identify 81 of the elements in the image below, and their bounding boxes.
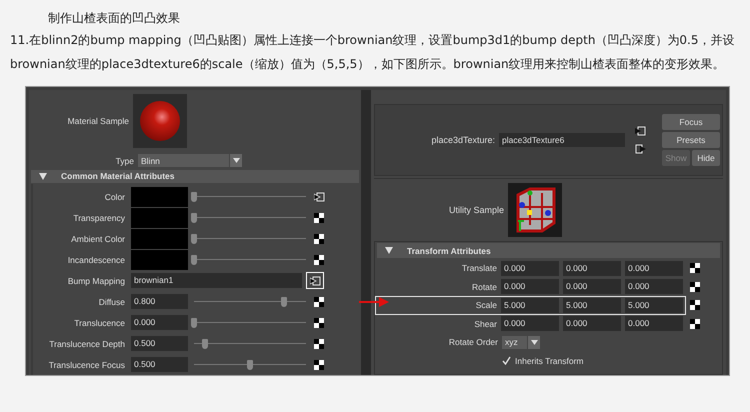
attribute-label: Incandescence (66, 254, 126, 264)
checker-map-icon[interactable] (690, 282, 700, 292)
attribute-label: Rotate Order (448, 337, 498, 348)
value-field[interactable]: 0.000 (131, 315, 188, 330)
color-swatch[interactable] (131, 250, 188, 270)
color-swatch[interactable] (131, 186, 188, 206)
caret-icon (232, 158, 240, 164)
slider[interactable] (194, 254, 306, 264)
checker-map-icon[interactable] (314, 234, 324, 244)
map-field[interactable]: brownian1 (131, 273, 302, 288)
panel-button[interactable]: Hide (692, 150, 720, 166)
caret-icon (530, 340, 538, 345)
type-label: Type (114, 156, 135, 166)
cube-preview (508, 183, 562, 237)
checkbox-label: Inherits Transform (515, 356, 584, 366)
slider[interactable] (194, 318, 306, 328)
node-label: place3dTexture: (430, 135, 496, 145)
attribute-label: Color (104, 192, 126, 202)
slider[interactable] (194, 234, 306, 244)
attribute-label: Diffuse (98, 296, 126, 306)
sample-label: Material Sample (66, 116, 130, 126)
slider-thumb[interactable] (280, 296, 287, 306)
checker-map-icon[interactable] (690, 263, 700, 274)
section-header[interactable]: Common Material Attributes (31, 170, 359, 183)
attribute-label: Shear (473, 318, 497, 329)
checker-map-icon[interactable] (314, 212, 324, 222)
value-field[interactable]: 0.000 (501, 260, 559, 276)
instruction-paragraph: 11.在blinn2的bump mapping（凹凸贴图）属性上连接一个brownian纹理，设置bump3d1的bump depth（凹凸深度）为0.5，并设brownian纹理的place3dtexture6的scale（缩放）值为（5,5,5），如下图所示。brownian纹理用来控制山楂表面整体的变形效果。 (9, 32, 736, 73)
checkbox[interactable] (502, 356, 511, 366)
section-header[interactable]: Transform Attributes (377, 243, 720, 258)
slider[interactable] (194, 212, 306, 222)
panel-button[interactable]: Presets (662, 132, 720, 148)
rotate-order-dropdown[interactable]: xyz (502, 336, 540, 349)
slider-thumb[interactable] (202, 338, 208, 348)
node-name-field[interactable]: place3dTexture6 (499, 133, 625, 147)
output-arrow-icon[interactable] (635, 144, 646, 154)
value-field[interactable]: 0.000 (563, 279, 621, 294)
expand-triangle-icon (39, 172, 47, 180)
slider-thumb[interactable] (191, 234, 197, 244)
slider-thumb[interactable] (247, 360, 253, 370)
value-field[interactable]: 0.000 (563, 316, 621, 332)
sphere-preview (133, 94, 187, 148)
value-field[interactable]: 0.500 (131, 336, 188, 351)
slider-thumb[interactable] (191, 318, 197, 328)
value-field[interactable]: 0.500 (131, 357, 188, 372)
value-field[interactable]: 0.000 (563, 260, 621, 276)
checker-map-icon[interactable] (314, 318, 324, 328)
slider[interactable] (194, 192, 306, 202)
attribute-label: Rotate (470, 282, 497, 292)
value-field[interactable]: 0.000 (625, 260, 683, 276)
attribute-label: Translate (460, 263, 497, 274)
checker-map-icon[interactable] (314, 254, 324, 264)
slider[interactable] (194, 338, 306, 348)
checker-map-icon[interactable] (690, 318, 700, 329)
attribute-label: Ambient Color (70, 234, 126, 244)
sample-label: Utility Sample (448, 205, 505, 215)
slider[interactable] (194, 360, 306, 370)
slider-thumb[interactable] (191, 192, 197, 202)
expand-triangle-icon (385, 247, 393, 254)
attribute-label: Translucence Focus (48, 360, 126, 370)
slider-thumb[interactable] (191, 212, 197, 222)
checker-map-icon[interactable] (690, 300, 700, 310)
checker-map-icon[interactable] (314, 360, 324, 370)
attribute-label: Translucence (73, 318, 126, 328)
value-field[interactable]: 0.000 (625, 279, 683, 294)
type-dropdown[interactable]: Blinn (138, 154, 242, 168)
slider[interactable] (194, 296, 306, 306)
slider-thumb[interactable] (191, 254, 197, 264)
color-swatch[interactable] (131, 208, 188, 228)
color-swatch[interactable] (131, 228, 188, 248)
attribute-label: Translucence Depth (48, 338, 126, 348)
checker-map-icon[interactable] (314, 296, 324, 306)
value-field[interactable]: 0.000 (625, 316, 683, 332)
panel-button[interactable]: Focus (662, 114, 720, 130)
attribute-label: Transparency (72, 212, 126, 222)
value-field[interactable]: 0.000 (501, 316, 559, 332)
checker-map-icon[interactable] (314, 338, 324, 348)
value-field[interactable]: 0.000 (501, 279, 559, 294)
value-field[interactable]: 0.800 (131, 294, 188, 309)
section-heading: 制作山楂表面的凹凸效果 (47, 10, 181, 27)
attribute-label: Bump Mapping (66, 276, 126, 286)
